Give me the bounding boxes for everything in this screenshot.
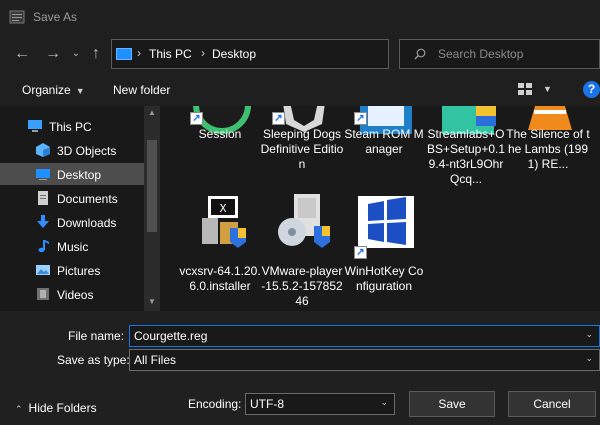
sidebar-scrollbar[interactable]: ▲ ▼ — [144, 106, 160, 311]
sidebar-item-label: Documents — [57, 192, 118, 206]
vcxsrv-installer-icon: X — [202, 196, 246, 248]
new-folder-button[interactable]: New folder — [113, 83, 170, 97]
organize-label: Organize — [22, 83, 71, 97]
navigation-pane: This PC 3D Objects Desktop Documents Dow… — [0, 106, 160, 311]
sidebar-item-music[interactable]: Music — [0, 235, 145, 257]
chevron-down-icon: ⌄ — [380, 397, 388, 407]
file-name-dropdown-icon[interactable]: ⌄ — [585, 329, 593, 340]
sidebar-item-pictures[interactable]: Pictures — [0, 259, 145, 281]
breadcrumb-separator: › — [201, 46, 205, 60]
breadcrumb-this-pc[interactable]: This PC — [149, 47, 192, 61]
file-name-label: File name: — [68, 329, 125, 343]
file-name-input[interactable] — [134, 329, 574, 343]
videos-icon — [37, 288, 49, 300]
search-input[interactable] — [438, 46, 588, 62]
winhotkey-icon — [358, 196, 414, 248]
scroll-down-arrow-icon[interactable]: ▼ — [144, 297, 160, 306]
encoding-select[interactable]: UTF-8 ⌄ — [245, 393, 395, 415]
file-name: Steam ROM Manager — [344, 127, 424, 156]
sidebar-item-3d-objects[interactable]: 3D Objects — [0, 139, 145, 161]
sidebar-item-label: Downloads — [57, 216, 117, 230]
file-name-field[interactable]: ⌄ — [129, 325, 600, 347]
documents-icon — [38, 191, 48, 205]
file-name: Streamlabs+OBS+Setup+0.19.4-nt3rL9OhrQcq… — [426, 127, 506, 186]
sidebar-item-desktop[interactable]: Desktop — [0, 163, 145, 185]
computer-icon — [28, 120, 42, 132]
scrollbar-thumb[interactable] — [147, 140, 157, 232]
shortcut-arrow-icon: ↗ — [272, 112, 285, 125]
save-as-type-value: All Files — [134, 353, 177, 367]
shortcut-arrow-icon: ↗ — [354, 112, 367, 125]
save-button[interactable]: Save — [409, 391, 495, 417]
help-icon[interactable]: ? — [583, 81, 600, 98]
shortcut-arrow-icon: ↗ — [190, 112, 203, 125]
encoding-label: Encoding: — [188, 397, 242, 411]
pictures-icon — [36, 265, 50, 275]
vmware-installer-icon — [278, 194, 330, 248]
title-bar: Save As — [0, 0, 600, 34]
this-pc-icon — [116, 48, 132, 60]
forward-arrow-icon[interactable]: → — [43, 44, 63, 64]
view-dropdown-icon[interactable]: ▼ — [543, 84, 552, 94]
music-icon — [38, 240, 49, 253]
search-box[interactable] — [399, 39, 600, 69]
navigation-bar: ← → ⌄ ↑ › This PC › Desktop ⌄ ↻ — [0, 34, 600, 74]
notepad-app-icon — [9, 10, 25, 24]
back-arrow-icon[interactable]: ← — [12, 44, 32, 64]
cube-icon — [36, 143, 50, 157]
caret-down-icon: ▼ — [75, 86, 85, 96]
sidebar-item-downloads[interactable]: Downloads — [0, 211, 145, 233]
organize-button[interactable]: Organize ▼ — [22, 83, 85, 97]
download-icon — [37, 215, 49, 228]
save-as-type-label: Save as type: — [57, 353, 130, 367]
sidebar-item-label: Pictures — [57, 264, 101, 278]
sidebar-item-label: This PC — [49, 120, 92, 134]
breadcrumb-separator: › — [137, 46, 141, 60]
sidebar-item-label: Desktop — [57, 168, 102, 182]
chevron-down-icon: ⌄ — [585, 353, 593, 363]
file-name: The Silence of the Lambs (1991) RE... — [506, 127, 590, 171]
file-list: ↗ Session ↗ Sleeping Dogs Definitive Edi… — [160, 106, 600, 311]
file-name: Sleeping Dogs Definitive Edition — [260, 127, 344, 171]
save-as-type-select[interactable]: All Files ⌄ — [129, 349, 600, 371]
chevron-up-icon: ⌃ — [15, 404, 23, 414]
recent-locations-dropdown-icon[interactable]: ⌄ — [66, 44, 86, 64]
save-options-panel: File name: ⌄ Save as type: All Files ⌄ ⌃… — [0, 311, 600, 425]
sidebar-item-label: Videos — [57, 288, 94, 302]
view-options-icon[interactable] — [518, 83, 532, 95]
breadcrumb-desktop[interactable]: Desktop — [212, 47, 256, 61]
cancel-button[interactable]: Cancel — [508, 391, 596, 417]
sidebar-item-label: 3D Objects — [57, 144, 117, 158]
shortcut-arrow-icon: ↗ — [354, 246, 367, 259]
svg-text:X: X — [220, 202, 227, 215]
sidebar-item-label: Music — [57, 240, 89, 254]
search-icon — [414, 48, 426, 60]
desktop-icon — [36, 169, 50, 180]
file-name: VMware-player-15.5.2-15785246 — [261, 264, 343, 308]
up-arrow-icon[interactable]: ↑ — [86, 44, 106, 64]
sidebar-item-videos[interactable]: Videos — [0, 283, 145, 305]
file-name: vcxsrv-64.1.20.6.0.installer — [179, 264, 261, 293]
file-name: WinHotKey Configuration — [344, 264, 424, 293]
file-name: Session — [198, 127, 242, 141]
scroll-up-arrow-icon[interactable]: ▲ — [144, 108, 160, 117]
address-bar[interactable]: › This PC › Desktop ⌄ ↻ — [111, 39, 484, 69]
sidebar-item-this-pc[interactable]: This PC — [0, 115, 145, 137]
sidebar-item-documents[interactable]: Documents — [0, 187, 145, 209]
window-title: Save As — [33, 10, 78, 24]
hide-folders-label: Hide Folders — [28, 401, 97, 415]
encoding-value: UTF-8 — [250, 397, 284, 411]
command-toolbar: Organize ▼ New folder ▼ ? — [0, 74, 600, 106]
hide-folders-button[interactable]: ⌃ Hide Folders — [15, 401, 97, 415]
